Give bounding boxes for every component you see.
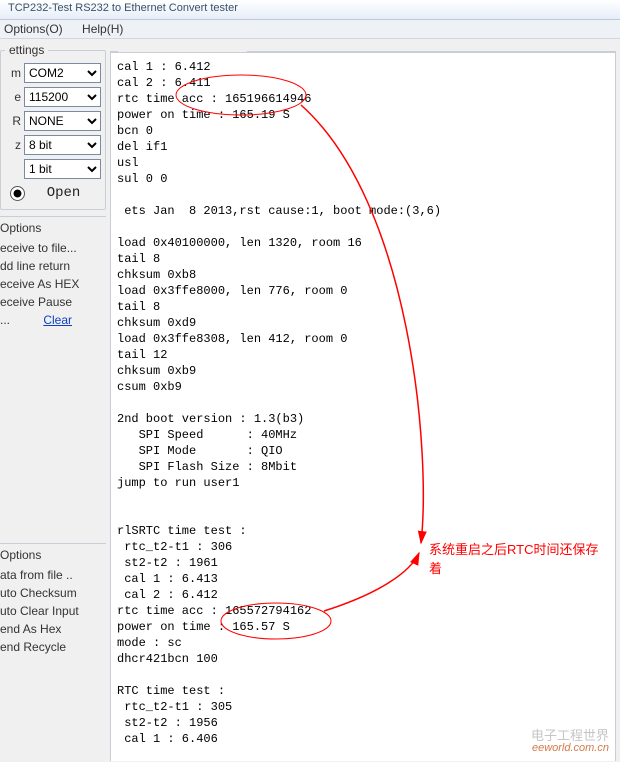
settings-legend: ettings	[5, 43, 48, 57]
port-status-icon	[10, 186, 25, 201]
menu-bar: Options(O) Help(H)	[0, 20, 620, 39]
clear-prefix: ...	[0, 313, 13, 327]
databits-label: z	[5, 138, 21, 152]
opt-send-recycle[interactable]: end Recycle	[0, 638, 106, 656]
parity-label: R	[5, 114, 21, 128]
opt-data-from-file[interactable]: ata from file ..	[0, 566, 106, 584]
databits-select[interactable]: 8 bit	[24, 135, 101, 155]
opt-receive-pause[interactable]: eceive Pause	[0, 293, 106, 311]
baud-label: e	[5, 90, 21, 104]
console-output: cal 1 : 6.412 cal 2 : 6.411 rtc time acc…	[117, 57, 609, 747]
port-select[interactable]: COM2	[24, 63, 101, 83]
stopbits-select[interactable]: 1 bit	[24, 159, 101, 179]
opt-auto-checksum[interactable]: uto Checksum	[0, 584, 106, 602]
opt-auto-clear-input[interactable]: uto Clear Input	[0, 602, 106, 620]
opt-send-as-hex[interactable]: end As Hex	[0, 620, 106, 638]
menu-help[interactable]: Help(H)	[82, 22, 123, 36]
menu-options[interactable]: Options(O)	[4, 22, 63, 36]
open-port-button[interactable]: Open	[5, 183, 101, 203]
recv-options-legend: Options	[0, 216, 106, 239]
clear-link[interactable]: Clear	[43, 313, 72, 327]
send-options-legend: Options	[0, 543, 106, 566]
receive-textarea[interactable]: cal 1 : 6.412 cal 2 : 6.411 rtc time acc…	[110, 52, 616, 761]
window-title: TCP232-Test RS232 to Ethernet Convert te…	[0, 0, 620, 20]
opt-receive-to-file[interactable]: eceive to file...	[0, 239, 106, 257]
settings-group: ettings m COM2 e 115200 R NONE z 8 bit 1…	[0, 43, 106, 210]
port-label: m	[5, 66, 21, 80]
open-label: Open	[31, 183, 97, 203]
opt-receive-as-hex[interactable]: eceive As HEX	[0, 275, 106, 293]
right-panel: COM port data receive cal 1 : 6.412 cal …	[108, 39, 620, 761]
left-panel: ettings m COM2 e 115200 R NONE z 8 bit 1…	[0, 39, 108, 761]
opt-add-line-return[interactable]: dd line return	[0, 257, 106, 275]
parity-select[interactable]: NONE	[24, 111, 101, 131]
baud-select[interactable]: 115200	[24, 87, 101, 107]
clear-row: ... Clear	[0, 311, 106, 329]
